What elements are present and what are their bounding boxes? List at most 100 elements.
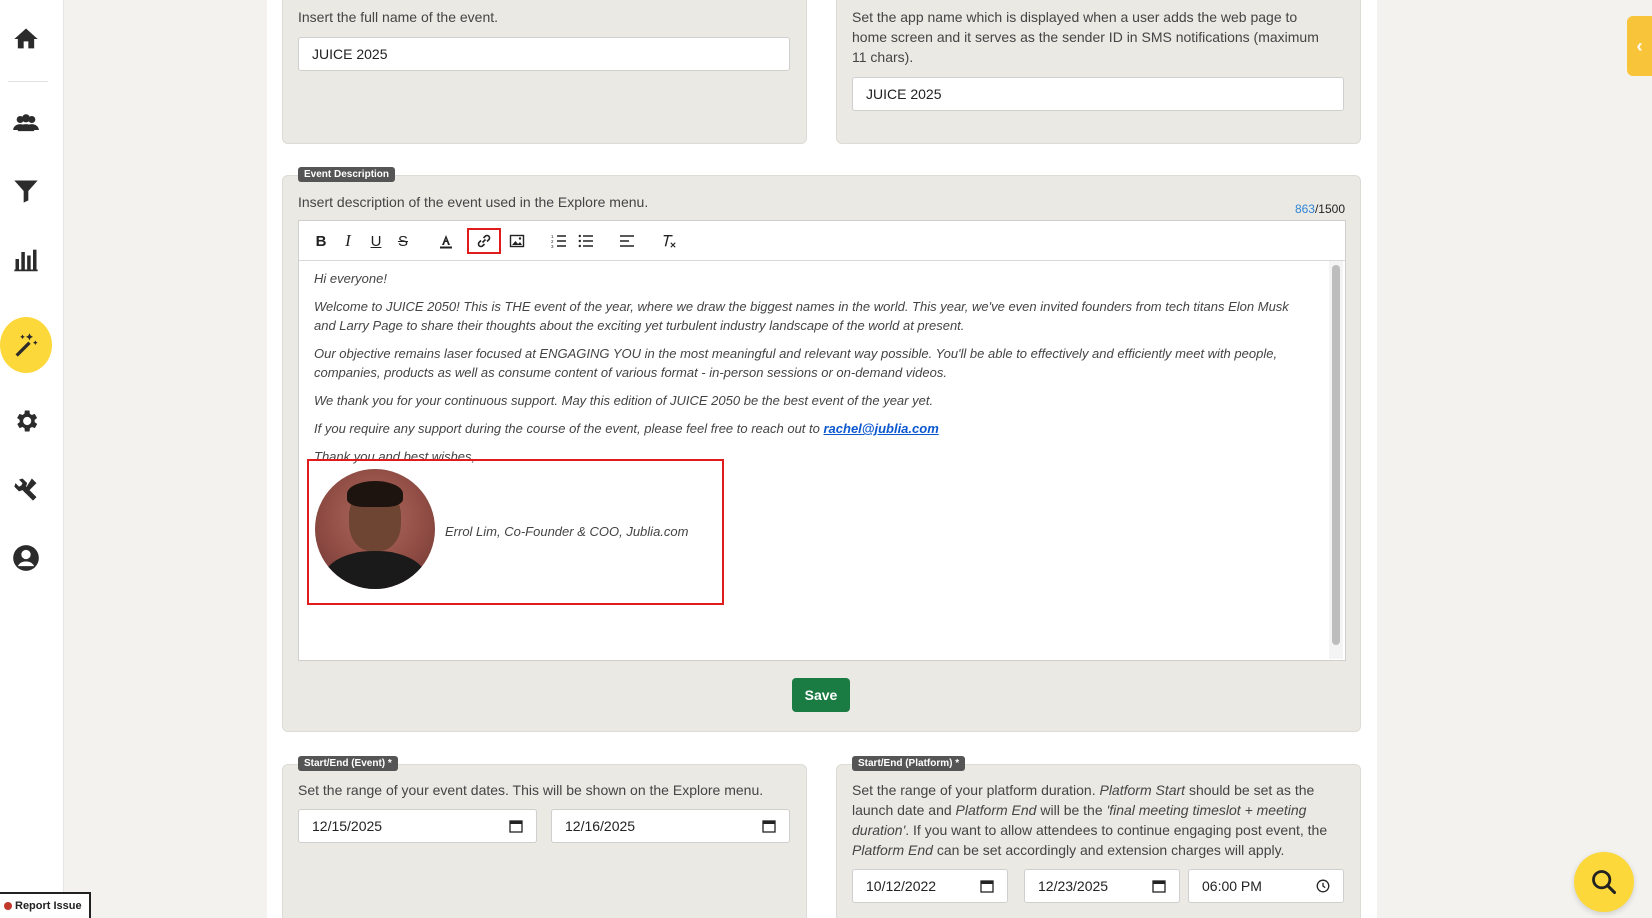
event-name-input[interactable]: JUICE 2025 [298, 37, 790, 71]
save-button[interactable]: Save [792, 678, 850, 712]
event-end-date-input[interactable]: 12/16/2025 [551, 809, 790, 843]
italic-button[interactable]: I [341, 231, 355, 251]
text-color-button[interactable] [438, 231, 454, 251]
nav-profile[interactable] [0, 531, 52, 585]
content-support-text: If you require any support during the co… [314, 421, 824, 436]
underline-button[interactable]: U [369, 231, 383, 251]
char-counter: 863/1500 [1295, 202, 1345, 216]
content-paragraph: Our objective remains laser focused at E… [314, 346, 1278, 380]
sidebar [0, 0, 64, 918]
avatar-hair [347, 481, 403, 507]
nav-magic[interactable] [0, 317, 52, 373]
nav-users[interactable] [0, 96, 52, 150]
nav-analytics[interactable] [0, 232, 52, 286]
link-button[interactable] [467, 228, 501, 254]
help-text: will be the [1036, 802, 1107, 818]
nav-tools[interactable] [0, 462, 52, 516]
strikethrough-button[interactable]: S [396, 231, 410, 251]
chart-icon [14, 249, 38, 272]
align-left-icon [620, 235, 634, 247]
editor-content[interactable]: Hi everyone! Welcome to JUICE 2050! This… [314, 269, 1314, 475]
help-emphasis: Platform End [955, 802, 1037, 818]
clock-icon[interactable] [1316, 879, 1330, 893]
nav-settings[interactable] [0, 394, 52, 448]
search-icon [1592, 870, 1617, 895]
nav-divider [8, 81, 48, 82]
calendar-icon[interactable] [1152, 879, 1166, 893]
report-issue-button[interactable]: Report Issue [0, 892, 91, 918]
platform-end-time-input[interactable]: 06:00 PM [1188, 869, 1344, 903]
user-icon [13, 545, 39, 571]
content-paragraph: If you require any support during the co… [314, 419, 1314, 438]
image-icon [509, 234, 525, 248]
event-name-value: JUICE 2025 [312, 46, 388, 62]
event-start-date-input[interactable]: 12/15/2025 [298, 809, 537, 843]
app-name-input[interactable]: JUICE 2025 [852, 77, 1344, 111]
nav-filter[interactable] [0, 164, 52, 218]
ordered-list-icon: 123 [551, 234, 566, 249]
app-name-help: Set the app name which is displayed when… [852, 9, 1319, 65]
platform-start-date-value: 10/12/2022 [866, 878, 937, 894]
panel-toggle-tab[interactable]: ‹ [1627, 16, 1652, 76]
magic-wand-icon [15, 333, 38, 357]
event-start-date-value: 12/15/2025 [312, 818, 383, 834]
event-dates-card: Start/End (Event) * Set the range of you… [282, 756, 807, 918]
gear-icon [17, 410, 38, 432]
char-count: 863 [1294, 202, 1315, 216]
editor-toolbar: B I U S 123 [299, 221, 1345, 261]
platform-start-date-input[interactable]: 10/12/2022 [852, 869, 1008, 903]
help-emphasis: Platform End [852, 842, 933, 858]
search-button[interactable] [1574, 852, 1634, 912]
rich-text-editor[interactable]: B I U S 123 Hi everyone! Welcome to JUIC… [298, 220, 1346, 661]
platform-end-date-input[interactable]: 12/23/2025 [1024, 869, 1180, 903]
event-description-label: Event Description [298, 167, 396, 182]
signature-highlight: Errol Lim, Co-Founder & COO, Jublia.com [307, 459, 724, 605]
active-indicator [0, 317, 52, 373]
bullet-list-button[interactable] [578, 231, 594, 251]
event-dates-help: Set the range of your event dates. This … [298, 782, 764, 798]
calendar-icon[interactable] [980, 879, 994, 893]
help-text: Set the range of your platform duration. [852, 782, 1100, 798]
bold-button[interactable]: B [314, 231, 328, 251]
signature-text: Errol Lim, Co-Founder & COO, Jublia.com [445, 524, 689, 539]
platform-end-time-value: 06:00 PM [1202, 878, 1262, 894]
event-name-help: Insert the full name of the event. [298, 9, 499, 25]
platform-dates-label: Start/End (Platform) * [852, 756, 966, 771]
chevron-left-icon: ‹ [1636, 35, 1643, 56]
avatar-shirt [323, 551, 427, 589]
content-greeting: Hi everyone! [314, 271, 387, 286]
report-issue-label: Report Issue [15, 900, 82, 912]
platform-dates-card: Start/End (Platform) * Set the range of … [836, 756, 1361, 918]
nav-home[interactable] [0, 12, 52, 66]
event-name-card: Insert the full name of the event. JUICE… [282, 0, 807, 144]
help-text: can be set accordingly and extension cha… [932, 842, 1285, 858]
ordered-list-button[interactable]: 123 [551, 231, 567, 251]
char-limit: /1500 [1314, 202, 1345, 216]
support-email-link[interactable]: rachel@jublia.com [823, 421, 938, 436]
event-description-card: Event Description Insert description of … [282, 167, 1361, 732]
calendar-icon[interactable] [762, 819, 776, 833]
help-emphasis: Platform Start [1099, 782, 1186, 798]
image-button[interactable] [509, 231, 525, 251]
avatar [315, 469, 435, 589]
app-name-card: Set the app name which is displayed when… [836, 0, 1361, 144]
content-paragraph: We thank you for your continuous support… [314, 393, 934, 408]
app-name-value: JUICE 2025 [866, 86, 942, 102]
bug-icon [4, 902, 12, 910]
svg-text:3: 3 [551, 244, 554, 249]
editor-scrollbar[interactable] [1332, 265, 1340, 645]
content-paragraph: Welcome to JUICE 2050! This is THE event… [314, 299, 1289, 333]
event-dates-label: Start/End (Event) * [298, 756, 398, 771]
platform-dates-help: Set the range of your platform duration.… [852, 780, 1347, 860]
clear-format-button[interactable] [660, 231, 678, 251]
event-end-date-value: 12/16/2025 [565, 818, 636, 834]
event-description-help: Insert description of the event used in … [298, 194, 649, 210]
tools-icon [14, 478, 37, 501]
align-button[interactable] [619, 231, 635, 251]
home-icon [14, 28, 38, 49]
help-text: . If you want to allow attendees to cont… [905, 822, 1328, 838]
filter-icon [14, 180, 38, 203]
text-color-icon [440, 235, 452, 249]
users-icon [13, 114, 39, 132]
calendar-icon[interactable] [509, 819, 523, 833]
